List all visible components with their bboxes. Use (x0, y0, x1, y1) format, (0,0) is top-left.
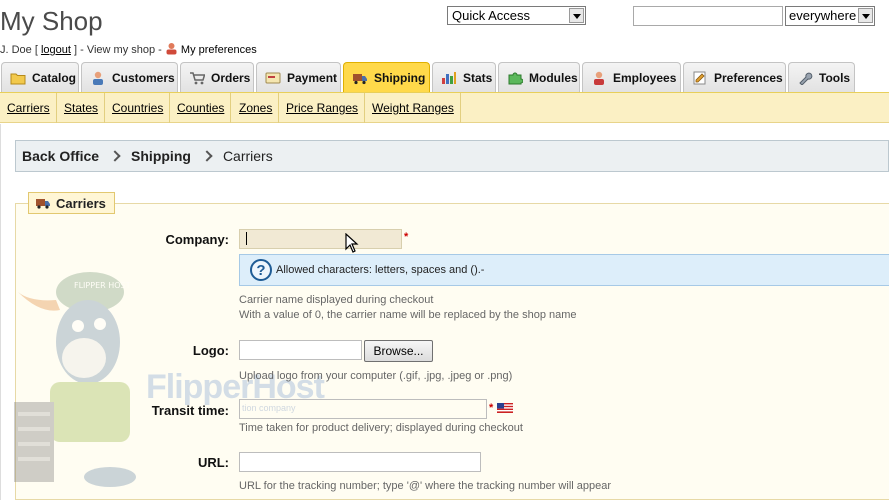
wrench-icon (799, 72, 813, 85)
tab-label: Shipping (374, 70, 426, 85)
user-preferences-icon (166, 43, 177, 55)
cart-icon (190, 71, 205, 84)
breadcrumb: Back Office Shipping Carriers (15, 140, 889, 172)
tab-stats[interactable]: Stats (432, 62, 496, 92)
submenu-states[interactable]: States (58, 93, 106, 123)
my-preferences-link[interactable]: My preferences (181, 44, 257, 56)
transit-time-label: Transit time: (151, 403, 229, 418)
customer-icon (93, 71, 103, 85)
text-caret (246, 232, 247, 245)
tab-payment[interactable]: Payment (256, 62, 341, 92)
chevron-right-icon (111, 151, 119, 161)
search-scope-select[interactable]: everywhere (785, 6, 875, 26)
search-scope-value: everywhere (789, 8, 857, 23)
tab-label: Employees (613, 70, 677, 85)
company-hint-secondary: With a value of 0, the carrier name will… (239, 309, 577, 321)
tab-tools[interactable]: Tools (788, 62, 855, 92)
company-required-mark: * (404, 231, 409, 243)
main-tabs: Catalog Customers Orders Payment Shippin… (0, 60, 889, 92)
truck-icon (353, 73, 367, 84)
employee-icon (594, 71, 604, 85)
tab-shipping[interactable]: Shipping (343, 62, 430, 92)
tab-preferences[interactable]: Preferences (683, 62, 786, 92)
folder-icon (10, 73, 26, 84)
payment-icon (265, 72, 281, 83)
breadcrumb-back-office[interactable]: Back Office (22, 148, 99, 164)
company-tooltip: ? Allowed characters: letters, spaces an… (239, 254, 889, 286)
url-label: URL: (197, 455, 229, 470)
tab-customers[interactable]: Customers (81, 62, 178, 92)
truck-icon (36, 199, 50, 209)
tab-modules[interactable]: Modules (498, 62, 580, 92)
view-shop-link[interactable]: View my shop (87, 44, 155, 56)
tab-label: Preferences (714, 70, 783, 85)
company-label: Company: (165, 232, 229, 247)
browse-button[interactable]: Browse... (364, 340, 433, 362)
mouse-cursor-icon (345, 233, 359, 253)
breadcrumb-shipping[interactable]: Shipping (131, 148, 191, 164)
tab-label: Catalog (32, 70, 77, 85)
tab-label: Orders (211, 70, 251, 85)
submenu-zones[interactable]: Zones (233, 93, 280, 123)
submenu-bar: Carriers States Countries Counties Zones… (0, 92, 889, 123)
quick-access-value: Quick Access (452, 8, 531, 23)
bar-chart-icon (442, 71, 456, 84)
tab-label: Payment (287, 70, 338, 85)
quick-access-select[interactable]: Quick Access (447, 6, 586, 25)
transit-time-hint: Time taken for product delivery; display… (239, 422, 523, 434)
logout-link[interactable]: logout (41, 44, 71, 56)
chevron-down-icon[interactable] (858, 8, 873, 23)
chevron-down-icon[interactable] (569, 8, 584, 23)
preferences-icon (693, 71, 706, 84)
help-icon: ? (250, 259, 272, 281)
logo-hint: Upload logo from your computer (.gif, .j… (239, 370, 513, 382)
submenu-weight-ranges[interactable]: Weight Ranges (366, 93, 461, 123)
submenu-price-ranges[interactable]: Price Ranges (280, 93, 366, 123)
submenu-countries[interactable]: Countries (106, 93, 171, 123)
tab-employees[interactable]: Employees (582, 62, 681, 92)
url-hint: URL for the tracking number; type '@' wh… (239, 480, 612, 492)
section-legend: Carriers (28, 192, 115, 214)
logo-file-input[interactable] (239, 340, 362, 360)
tab-label: Modules (529, 70, 578, 85)
company-tooltip-text: Allowed characters: letters, spaces and … (276, 264, 485, 276)
tab-label: Customers (112, 70, 175, 85)
logo-label: Logo: (192, 343, 229, 358)
legend-label: Carriers (56, 195, 106, 211)
user-name: J. Doe (0, 44, 32, 56)
transit-time-input[interactable] (239, 399, 487, 419)
tab-label: Tools (819, 70, 851, 85)
company-hint: Carrier name displayed during checkout (239, 294, 434, 306)
submenu-counties[interactable]: Counties (171, 93, 232, 123)
puzzle-icon (508, 72, 523, 84)
submenu-carriers[interactable]: Carriers (1, 93, 57, 123)
user-line: J. Doe [ logout ] - View my shop - My pr… (0, 43, 257, 56)
url-input[interactable] (239, 452, 481, 472)
shop-title: My Shop (0, 6, 103, 36)
chevron-right-icon (203, 151, 211, 161)
breadcrumb-carriers: Carriers (222, 148, 273, 164)
tab-orders[interactable]: Orders (180, 62, 254, 92)
mascot-cap-text: FLIPPER HOST (74, 281, 131, 290)
us-flag-icon[interactable] (497, 403, 513, 413)
transit-required-mark: * (489, 402, 494, 414)
company-input[interactable] (239, 229, 402, 249)
search-input[interactable] (633, 6, 783, 26)
tab-catalog[interactable]: Catalog (1, 62, 79, 92)
tab-label: Stats (463, 70, 493, 85)
